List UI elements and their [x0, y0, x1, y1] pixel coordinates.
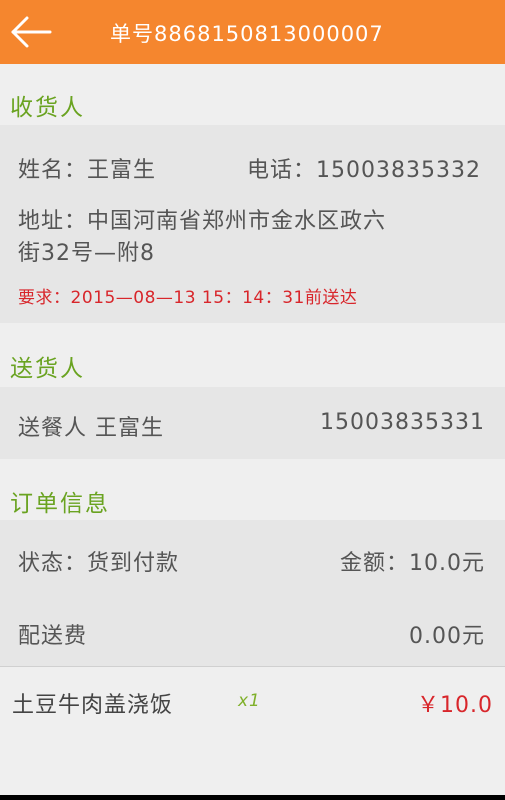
item-quantity: x1 — [238, 691, 261, 711]
courier-phone[interactable]: 15003835331 — [320, 410, 485, 435]
receiver-card: 姓名：王富生 电话：15003835332 地址：中国河南省郑州市金水区政六 街… — [0, 125, 505, 323]
courier-name: 送餐人 王富生 — [18, 416, 164, 441]
list-item: 土豆牛肉盖浇饭 x1 ￥10.0 — [0, 667, 505, 731]
order-number-title: 单号8868150813000007 — [110, 22, 384, 46]
sender-card: 送餐人 王富生 15003835331 — [0, 387, 505, 459]
item-price: ￥10.0 — [417, 693, 493, 718]
top-app-bar: 单号8868150813000007 — [0, 0, 505, 64]
back-button[interactable] — [10, 14, 52, 50]
sender-section-title: 送货人 — [10, 356, 85, 382]
order-section-title: 订单信息 — [10, 491, 110, 517]
item-name: 土豆牛肉盖浇饭 — [12, 693, 174, 718]
arrow-left-icon — [11, 16, 52, 48]
receiver-phone[interactable]: 电话：15003835332 — [247, 152, 481, 184]
payment-status: 状态：货到付款 — [18, 551, 180, 576]
order-amount: 金额：10.0元 — [340, 551, 485, 576]
order-info-card: 状态：货到付款 金额：10.0元 配送费 0.00元 — [0, 520, 505, 666]
delivery-fee-label: 配送费 — [18, 624, 88, 649]
receiver-section-title: 收货人 — [10, 95, 85, 121]
receiver-address: 地址：中国河南省郑州市金水区政六 — [18, 209, 387, 234]
bottom-edge — [0, 795, 505, 800]
delivery-requirement: 要求：2015—08—13 15：14：31前送达 — [18, 288, 358, 308]
receiver-name: 姓名：王富生 — [18, 158, 157, 183]
delivery-fee-value: 0.00元 — [409, 624, 485, 649]
receiver-address-line2: 街32号—附8 — [18, 241, 155, 266]
